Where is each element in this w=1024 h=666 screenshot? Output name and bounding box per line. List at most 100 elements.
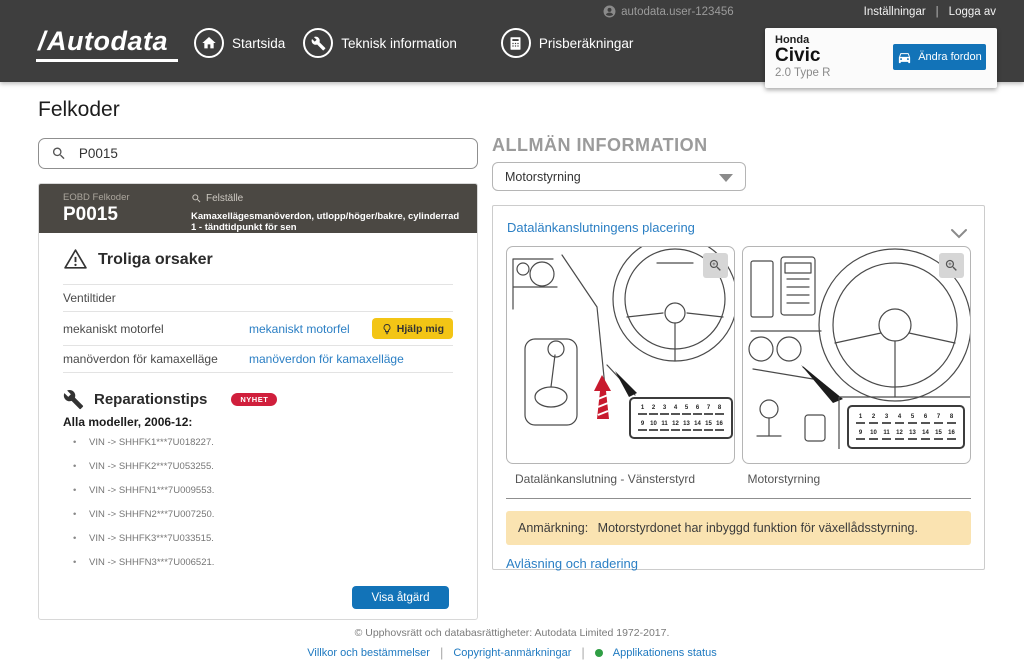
obd-pin: 8 (947, 413, 956, 424)
help-me-button[interactable]: Hjälp mig (371, 318, 453, 339)
help-me-label: Hjälp mig (396, 322, 444, 335)
note-label: Anmärkning: (518, 521, 589, 535)
logo-slash: / (38, 26, 47, 56)
obd-pin: 1 (856, 413, 865, 424)
collapse-chevron-icon[interactable] (950, 228, 968, 239)
note-text: Motorstyrdonet har inbyggd funktion för … (597, 521, 918, 535)
nav-label: Teknisk information (341, 35, 457, 51)
wrench-icon (303, 28, 334, 58)
obd-connector: 12345678 9 10 11 12 13 14 15 16 (629, 397, 733, 439)
cause-label: mekaniskt motorfel (63, 321, 164, 336)
obd-pin: 15 (934, 429, 943, 441)
lightbulb-icon (383, 323, 391, 334)
vehicle-card: Honda Civic 2.0 Type R Ändra fordon (765, 28, 997, 88)
fault-code-card: EOBD Felkoder P0015 Felställe Kamaxelläg… (38, 183, 478, 620)
change-vehicle-button[interactable]: Ändra fordon (893, 44, 986, 70)
obd-pin: 3 (660, 404, 669, 416)
obd-connector: 12345678 9 10 11 12 13 14 15 16 (847, 405, 965, 449)
obd-pins-bottom: 9 10 11 12 13 14 15 16 (856, 429, 956, 441)
obd-pin: 5 (908, 413, 917, 424)
nav-item-startsida[interactable]: Startsida (194, 28, 285, 58)
obd-pin: 16 (715, 420, 724, 431)
obd-pin: 16 (947, 429, 956, 441)
cause-row: Ventiltider (63, 284, 453, 311)
obd-pin: 4 (895, 413, 904, 424)
autodata-logo[interactable]: /Autodata (36, 26, 179, 62)
obd-pin: 2 (649, 404, 658, 416)
obd-pin: 1 (638, 404, 647, 416)
show-action-button[interactable]: Visa åtgärd (352, 586, 449, 609)
diagram-dlc-lhd: 12345678 9 10 11 12 13 14 15 16 (506, 246, 735, 464)
footer-separator: | (439, 645, 444, 660)
obd-pin: 12 (671, 420, 680, 431)
cause-row: manöverdon för kamaxelläge manöverdon fö… (63, 345, 453, 372)
obd-pin: 13 (682, 420, 691, 431)
read-erase-link[interactable]: Avläsning och radering (506, 556, 638, 571)
general-info-title: ALLMÄN INFORMATION (492, 135, 708, 155)
nav-item-teknisk-information[interactable]: Teknisk information (303, 28, 457, 58)
obd-pin: 15 (704, 420, 713, 431)
dropdown-value: Motorstyrning (505, 169, 581, 184)
copyright-text: © Upphovsrätt och databasrättigheter: Au… (354, 627, 670, 639)
footer-separator: | (581, 645, 585, 660)
user-row: autodata.user-123456 Inställningar | Log… (603, 5, 996, 18)
dlc-location-link[interactable]: Datalänkanslutningens placering (507, 220, 695, 235)
vin-list: VIN -> SHHFK1***7U018227. VIN -> SHHFK2**… (63, 437, 453, 568)
causes-table: Ventiltider mekaniskt motorfel mekaniskt… (63, 284, 453, 373)
status-dot-icon (594, 648, 603, 657)
causes-title: Troliga orsaker (98, 250, 213, 268)
new-badge: NYHET (231, 393, 278, 406)
nav-label: Startsida (232, 35, 286, 51)
logout-link[interactable]: Logga av (949, 6, 996, 18)
repair-tips-subtitle: Alla modeller, 2006-12: (63, 415, 193, 429)
obd-pin: 13 (908, 429, 917, 441)
cause-link[interactable]: mekaniskt motorfel (249, 322, 372, 336)
wrench-icon (63, 389, 84, 410)
obd-pin: 5 (682, 404, 691, 416)
obd-pin: 2 (869, 413, 878, 424)
vin-item: VIN -> SHHFK2***7U053255. (63, 461, 453, 472)
fault-location-label: Felställe (206, 193, 244, 204)
magnifier-plus-icon (709, 259, 721, 271)
calculator-icon (500, 28, 531, 58)
zoom-in-button[interactable] (703, 253, 728, 278)
obd-pin: 9 (856, 429, 865, 441)
red-arrow (594, 375, 611, 419)
search-input[interactable] (78, 146, 465, 161)
cause-link[interactable]: manöverdon för kamaxelläge (249, 352, 453, 366)
vin-item: VIN -> SHHFN3***7U006521. (63, 557, 453, 568)
main-nav: Startsida Teknisk information Prisberäkn… (194, 28, 633, 58)
search-icon (52, 147, 65, 160)
obd-pin: 10 (869, 429, 878, 441)
obd-pin: 7 (934, 413, 943, 424)
panel-divider (506, 498, 971, 499)
user-account[interactable]: autodata.user-123456 (603, 5, 734, 18)
obd-pin: 6 (693, 404, 702, 416)
app-status-link[interactable]: Applikationens status (613, 647, 717, 659)
general-info-panel: Datalänkanslutningens placering 1 2 3 4 … (492, 205, 985, 571)
obd-pin: 12 (895, 429, 904, 441)
top-separator: | (935, 5, 939, 18)
diagram-caption-lhd: Datalänkanslutning - Vänsterstyrd (515, 472, 696, 486)
diagram-engine-management: 12345678 9 10 11 12 13 14 15 16 (742, 246, 971, 464)
copyright-notices-link[interactable]: Copyright-anmärkningar (453, 647, 571, 659)
search-icon (192, 194, 201, 203)
fault-code-search[interactable] (38, 138, 478, 169)
cause-label: Ventiltider (63, 291, 116, 305)
cause-row: mekaniskt motorfel mekaniskt motorfel Hj… (63, 311, 453, 345)
nav-item-prisberakningar[interactable]: Prisberäkningar (500, 28, 633, 58)
obd-pin: 14 (921, 429, 930, 441)
person-icon (603, 5, 616, 18)
terms-link[interactable]: Villkor och bestämmelser (307, 647, 430, 659)
diagram-caption-engine: Motorstyrning (747, 472, 821, 486)
obd-pins-top: 12345678 (856, 413, 956, 424)
settings-link[interactable]: Inställningar (864, 6, 926, 18)
repair-tips-title: Reparationstips (94, 391, 208, 408)
obd-pin: 9 (638, 420, 647, 431)
obd-pin: 6 (921, 413, 930, 424)
zoom-in-button[interactable] (939, 253, 964, 278)
obd-pin: 10 (649, 420, 658, 431)
obd-pin: 11 (882, 429, 891, 441)
warning-icon (64, 249, 87, 269)
info-category-dropdown[interactable]: Motorstyrning (492, 162, 746, 191)
